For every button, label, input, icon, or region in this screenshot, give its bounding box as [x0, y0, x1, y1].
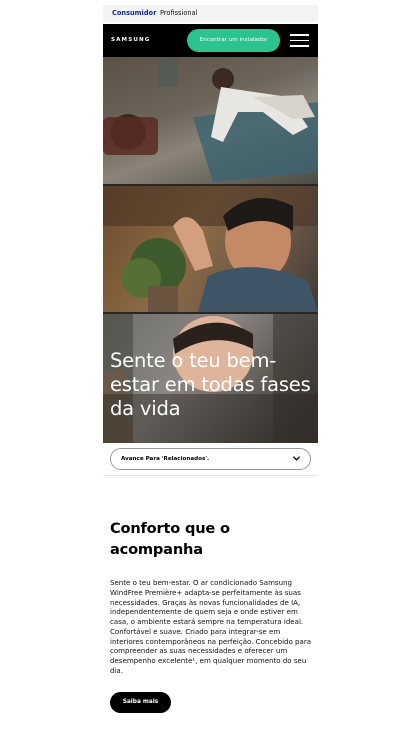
segment-tabs: Consumidor Profissional: [103, 5, 318, 22]
tab-consumer[interactable]: Consumidor: [112, 8, 156, 18]
learn-more-button[interactable]: Saiba mais: [110, 692, 171, 713]
hero-image-man: [103, 186, 318, 312]
jump-to-related-dropdown[interactable]: Avance Para 'Relacionados'.: [110, 448, 311, 470]
menu-icon[interactable]: [290, 34, 309, 47]
chevron-down-icon: [293, 456, 300, 461]
hero-banner: Sente o teu bem-estar em todas fases da …: [103, 57, 318, 443]
section-divider: [103, 475, 318, 476]
section-title: Conforto que o acompanha: [110, 520, 230, 558]
samsung-logo[interactable]: SAMSUNG: [111, 36, 150, 44]
hero-title: Sente o teu bem-estar em todas fases da …: [110, 349, 311, 420]
jump-label: Avance Para 'Relacionados'.: [121, 456, 210, 462]
page-frame: Consumidor Profissional SAMSUNG Encontra…: [103, 0, 318, 735]
find-installer-button[interactable]: Encontrar um instalador: [187, 29, 280, 52]
section-body: Sente o teu bem-estar. O ar condicionado…: [110, 578, 312, 675]
global-header: SAMSUNG Encontrar um instalador: [103, 24, 318, 57]
tab-professional[interactable]: Profissional: [160, 8, 197, 18]
hero-image-yoga: [103, 57, 318, 184]
